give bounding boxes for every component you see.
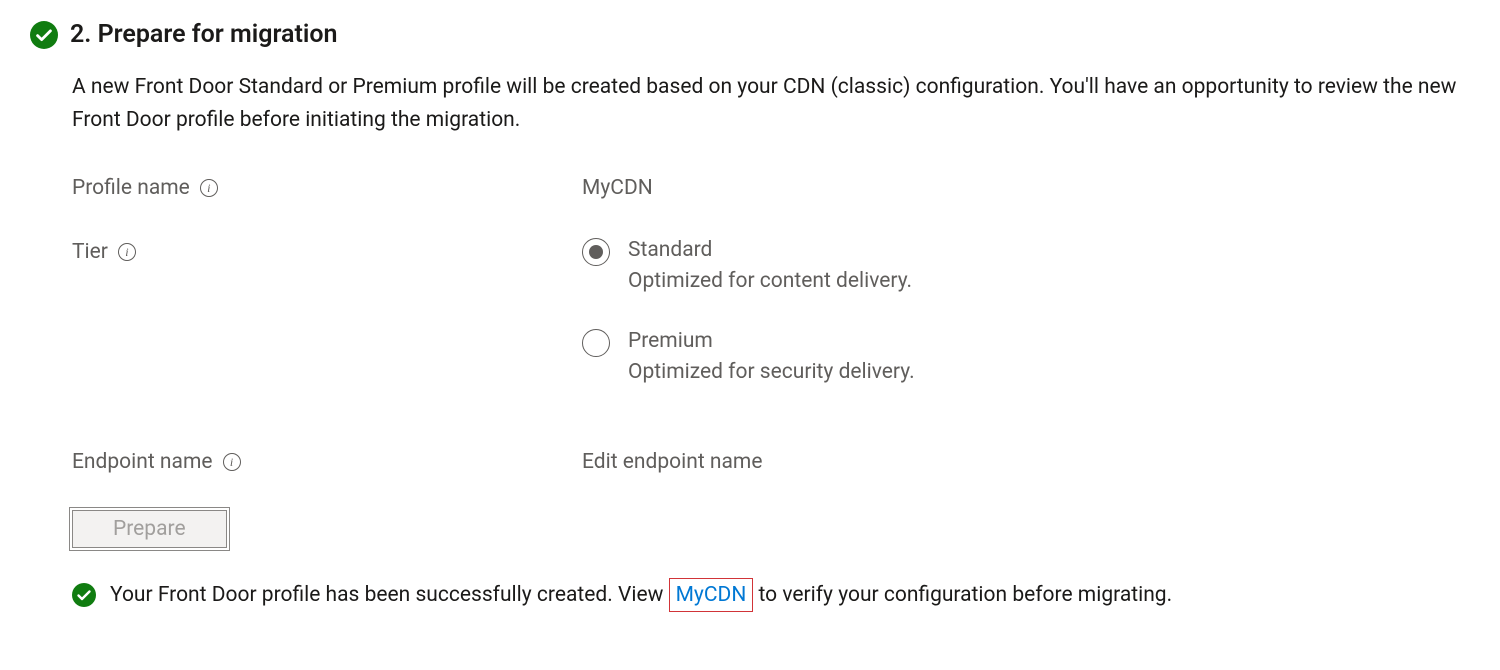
profile-name-label: Profile name i bbox=[72, 176, 582, 200]
tier-option-label: Standard bbox=[628, 236, 912, 265]
prepare-button[interactable]: Prepare bbox=[72, 510, 227, 548]
section-header: 2. Prepare for migration bbox=[30, 20, 1480, 49]
profile-link[interactable]: MyCDN bbox=[676, 583, 747, 607]
tier-option-sub: Optimized for security delivery. bbox=[628, 356, 915, 390]
profile-name-value: MyCDN bbox=[582, 176, 653, 200]
section-description: A new Front Door Standard or Premium pro… bbox=[72, 71, 1472, 136]
tier-option-premium[interactable]: Premium Optimized for security delivery. bbox=[582, 327, 915, 390]
status-link-highlight: MyCDN bbox=[669, 578, 754, 612]
tier-label-text: Tier bbox=[72, 240, 108, 264]
tier-option-sub: Optimized for content delivery. bbox=[628, 265, 912, 299]
info-icon[interactable]: i bbox=[223, 453, 241, 471]
tier-option-text: Standard Optimized for content delivery. bbox=[628, 236, 912, 299]
check-circle-icon bbox=[30, 21, 58, 49]
tier-option-text: Premium Optimized for security delivery. bbox=[628, 327, 915, 390]
info-icon[interactable]: i bbox=[200, 179, 218, 197]
endpoint-name-row: Endpoint name i Edit endpoint name bbox=[72, 450, 1480, 474]
radio-icon bbox=[582, 238, 610, 266]
status-text: Your Front Door profile has been success… bbox=[110, 578, 1172, 612]
tier-option-label: Premium bbox=[628, 327, 915, 356]
radio-icon bbox=[582, 329, 610, 357]
status-prefix: Your Front Door profile has been success… bbox=[110, 583, 669, 607]
check-circle-icon bbox=[72, 583, 96, 607]
status-message: Your Front Door profile has been success… bbox=[72, 578, 1480, 612]
profile-name-row: Profile name i MyCDN bbox=[72, 176, 1480, 200]
endpoint-name-label-text: Endpoint name bbox=[72, 450, 213, 474]
tier-label: Tier i bbox=[72, 236, 582, 264]
status-suffix: to verify your configuration before migr… bbox=[753, 583, 1172, 607]
tier-option-standard[interactable]: Standard Optimized for content delivery. bbox=[582, 236, 915, 299]
tier-radio-group: Standard Optimized for content delivery.… bbox=[582, 236, 915, 390]
section-title: 2. Prepare for migration bbox=[70, 20, 337, 49]
tier-row: Tier i Standard Optimized for content de… bbox=[72, 236, 1480, 390]
endpoint-name-value: Edit endpoint name bbox=[582, 450, 762, 474]
endpoint-name-label: Endpoint name i bbox=[72, 450, 582, 474]
profile-name-label-text: Profile name bbox=[72, 176, 190, 200]
info-icon[interactable]: i bbox=[118, 243, 136, 261]
